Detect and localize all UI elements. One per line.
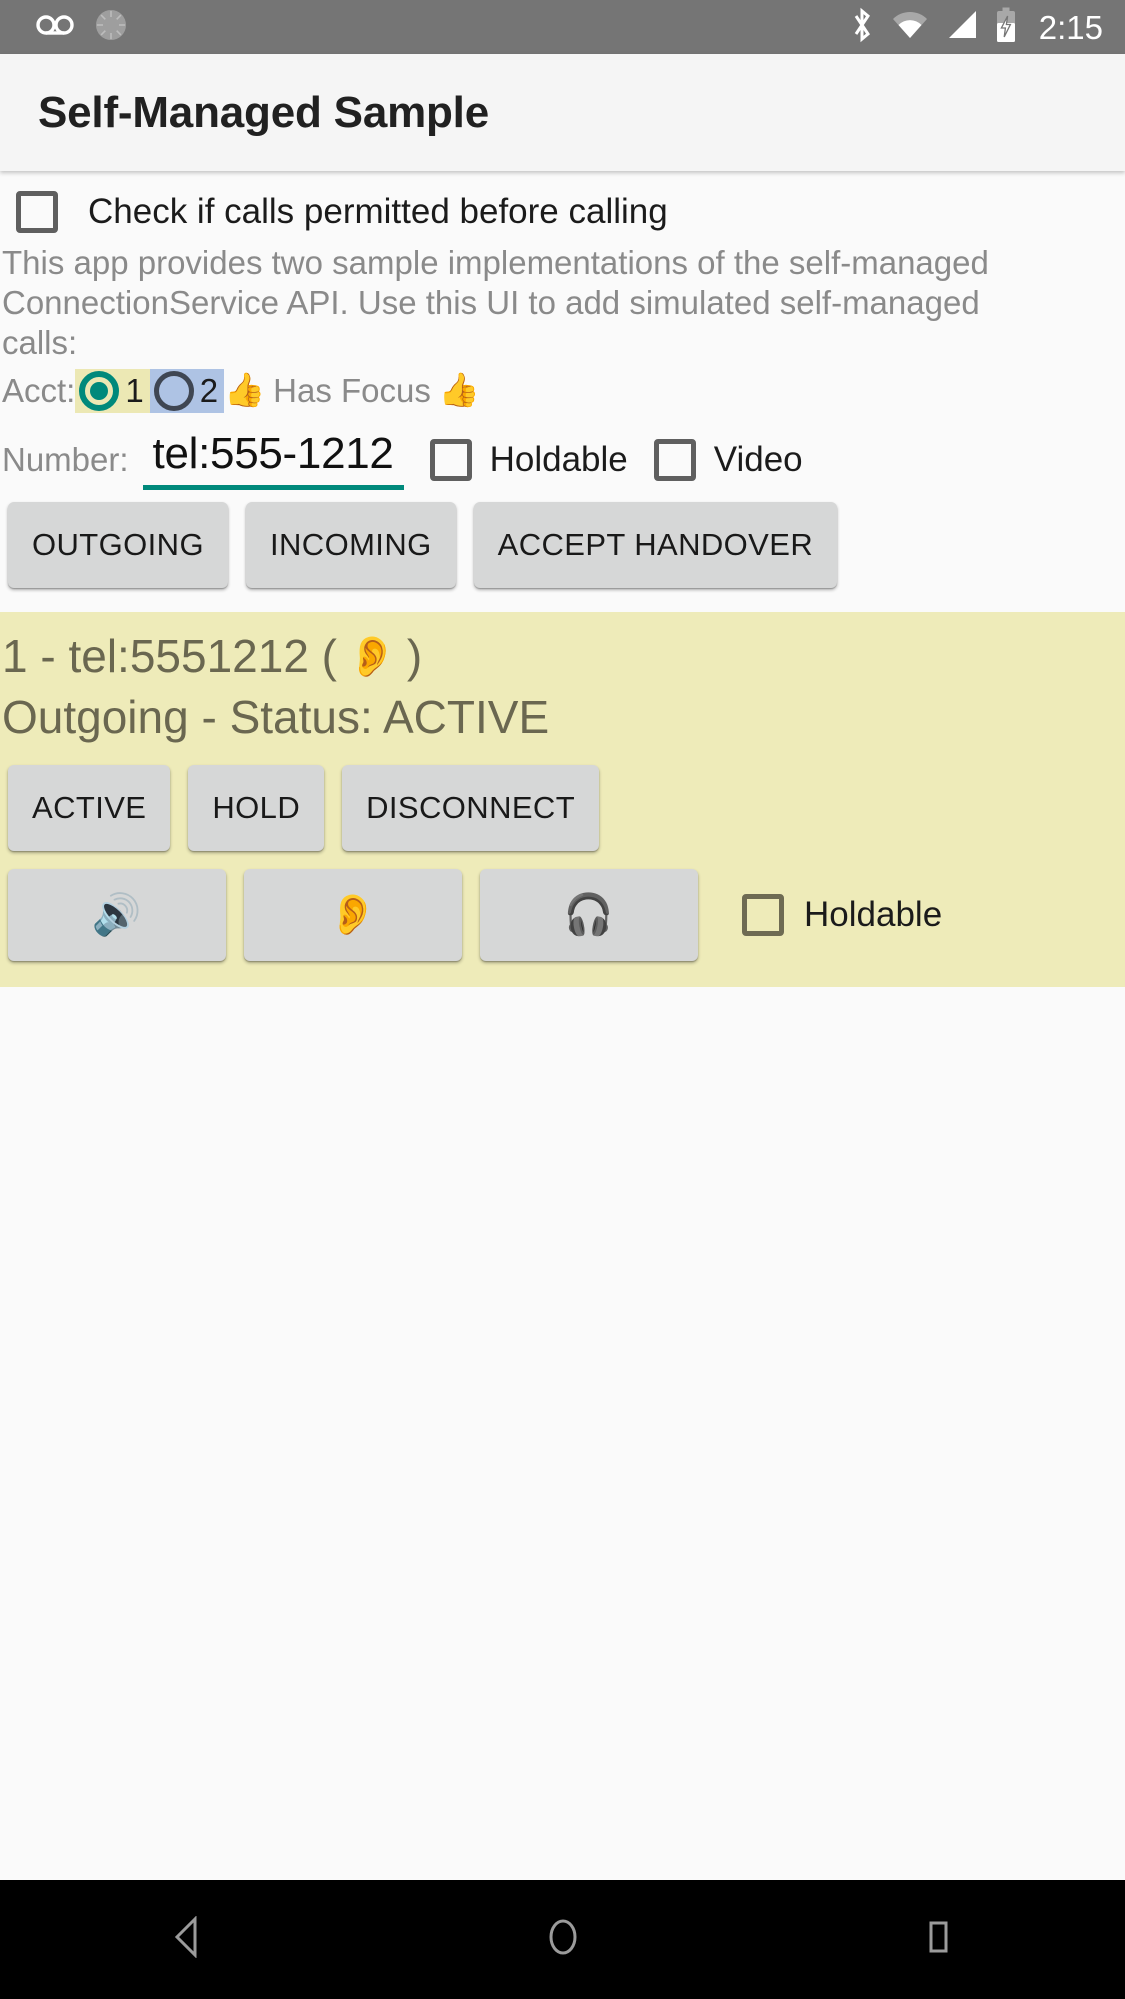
navigation-bar (0, 1880, 1125, 1999)
wifi-icon (891, 10, 929, 45)
app-bar: Self-Managed Sample (0, 54, 1125, 171)
number-input[interactable]: tel:555-1212 (142, 428, 404, 490)
call-action-buttons: OUTGOING INCOMING ACCEPT HANDOVER (0, 490, 1125, 602)
active-call-card: 1 - tel:5551212 ( 👂 ) Outgoing - Status:… (0, 611, 1125, 987)
holdable-row[interactable]: Holdable (429, 439, 628, 482)
call-identifier-row: 1 - tel:5551212 ( 👂 ) (0, 628, 1125, 688)
bluetooth-icon (849, 7, 875, 48)
holdable-checkbox[interactable] (429, 439, 472, 482)
status-bar-right-icons: 2:15 (849, 7, 1103, 48)
earpiece-route-button[interactable]: 👂 (244, 868, 462, 961)
incoming-button[interactable]: INCOMING (245, 501, 456, 588)
thumbs-up-icon-right: 👍 (438, 371, 480, 409)
accept-handover-button[interactable]: ACCEPT HANDOVER (473, 501, 838, 588)
account-radio-2-label: 2 (199, 371, 219, 409)
video-checkbox[interactable] (653, 439, 696, 482)
check-permission-row[interactable]: Check if calls permitted before calling (0, 171, 1125, 233)
home-button[interactable] (463, 1880, 663, 1999)
account-radio-1[interactable] (79, 370, 120, 411)
call-state-buttons: ACTIVE HOLD DISCONNECT (0, 747, 1125, 851)
call-holdable-checkbox[interactable] (742, 893, 784, 936)
thumbs-up-icon-left: 👍 (224, 371, 266, 409)
setup-panel: Check if calls permitted before calling … (0, 171, 1125, 612)
page-title: Self-Managed Sample (38, 87, 489, 137)
has-focus-label: Has Focus (273, 371, 431, 409)
speaker-route-button[interactable]: 🔊 (8, 868, 226, 961)
ear-icon: 👂 (347, 634, 397, 679)
account-label: Acct: (2, 371, 76, 409)
status-bar: 2:15 (0, 0, 1125, 54)
holdable-label: Holdable (489, 440, 628, 480)
app-description: This app provides two sample implementat… (2, 244, 989, 361)
recents-button[interactable] (838, 1880, 1038, 1999)
battery-charging-icon (995, 7, 1017, 48)
call-holdable-label: Holdable (804, 894, 943, 934)
main-content: Check if calls permitted before calling … (0, 171, 1125, 1880)
check-permission-label: Check if calls permitted before calling (88, 192, 668, 231)
account-option-1[interactable]: 1 (75, 368, 150, 413)
number-input-row: Number: tel:555-1212 Holdable Video (0, 413, 1125, 490)
call-status-text: Outgoing - Status: ACTIVE (2, 691, 550, 744)
cellular-signal-icon (945, 10, 979, 45)
voicemail-icon (36, 13, 74, 42)
status-bar-left-icons (36, 6, 849, 49)
disconnect-button[interactable]: DISCONNECT (342, 764, 600, 851)
video-row[interactable]: Video (653, 439, 803, 482)
recents-icon (918, 1915, 958, 1964)
audio-route-buttons: 🔊 👂 🎧 Holdable (0, 851, 1125, 961)
account-selector-row: Acct: 1 2 👍 Has Focus 👍 (0, 363, 1125, 413)
account-radio-1-label: 1 (125, 371, 144, 409)
status-bar-clock: 2:15 (1038, 8, 1103, 46)
number-input-value: tel:555-1212 (152, 428, 394, 478)
home-icon (543, 1915, 583, 1964)
set-hold-button[interactable]: HOLD (188, 764, 325, 851)
empty-space (0, 986, 1125, 1880)
number-label: Number: (2, 441, 129, 479)
call-identifier-suffix: ) (406, 629, 423, 682)
account-radio-2[interactable] (153, 370, 194, 411)
headset-route-button[interactable]: 🎧 (480, 868, 698, 961)
back-button[interactable] (88, 1880, 288, 1999)
sync-spinner-icon (92, 6, 130, 49)
check-permission-checkbox[interactable] (16, 191, 58, 233)
outgoing-button[interactable]: OUTGOING (8, 501, 228, 588)
call-identifier-text: 1 - tel:5551212 ( (2, 629, 338, 682)
account-option-2[interactable]: 2 (149, 368, 225, 413)
set-active-button[interactable]: ACTIVE (8, 764, 171, 851)
call-holdable-row[interactable]: Holdable (742, 893, 943, 936)
back-icon (168, 1915, 208, 1963)
phone-screen: 2:15 Self-Managed Sample Check if calls … (0, 0, 1125, 1999)
video-label: Video (713, 440, 803, 480)
